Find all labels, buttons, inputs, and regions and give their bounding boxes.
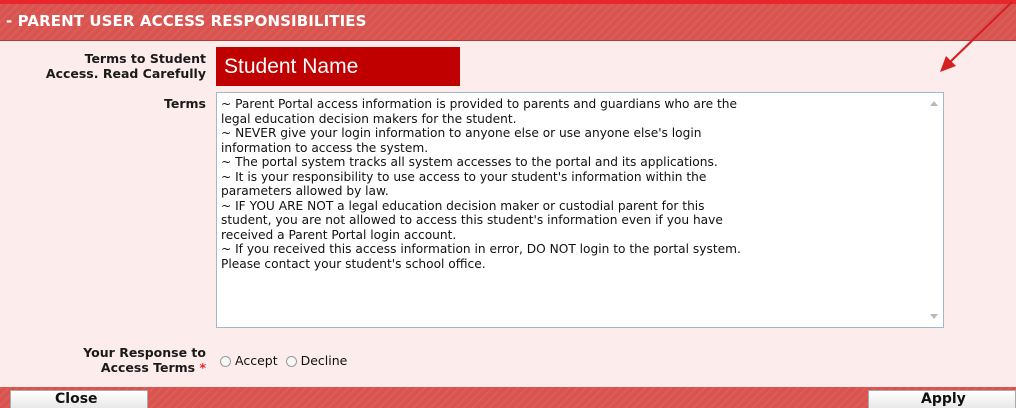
terms-line: ~ It is your responsibility to use acces… (221, 169, 707, 184)
terms-line: parameters allowed by law. (221, 184, 389, 198)
required-marker: * (199, 360, 206, 375)
terms-text: ~ Parent Portal access information is pr… (221, 97, 921, 271)
terms-scrollbar[interactable] (926, 93, 943, 327)
red-arrow-icon (940, 1, 1013, 72)
response-radio-group: Accept Decline (220, 353, 351, 371)
response-label: Your Response to Access Terms * (20, 345, 206, 375)
terms-line: ~ NEVER give your login information to a… (221, 126, 702, 140)
terms-to-student-label: Terms to Student Access. Read Carefully (20, 51, 206, 81)
footer-bar (0, 387, 1016, 408)
response-label-line2: Access Terms * (20, 360, 206, 375)
section-title: - PARENT USER ACCESS RESPONSIBILITIES (6, 12, 367, 30)
decline-option[interactable]: Decline (285, 353, 348, 368)
scroll-up-icon[interactable] (930, 101, 938, 106)
scroll-down-icon[interactable] (930, 314, 938, 319)
student-name: Student Name (216, 47, 460, 86)
accept-label: Accept (235, 353, 278, 368)
terms-line: ~ If you received this access informatio… (221, 242, 741, 256)
terms-line: Please contact your student's school off… (221, 256, 486, 271)
terms-line: ~ Parent Portal access information is pr… (221, 97, 737, 111)
terms-line: information to access the system. (221, 140, 429, 155)
terms-line: received a Parent Portal login account. (221, 227, 457, 242)
decline-radio[interactable] (285, 356, 297, 367)
response-label-line1: Your Response to (83, 345, 206, 360)
terms-line: student, you are not allowed to access t… (221, 213, 723, 227)
terms-textarea[interactable]: ~ Parent Portal access information is pr… (216, 92, 944, 328)
accept-option[interactable]: Accept (220, 353, 278, 368)
terms-line: legal education decision makers for the … (221, 111, 517, 126)
terms-line: ~ IF YOU ARE NOT a legal education decis… (221, 198, 705, 213)
terms-to-student-label-line2: Access. Read Carefully (45, 66, 206, 81)
terms-to-student-label-line1: Terms to Student (84, 51, 206, 66)
section-header[interactable]: - PARENT USER ACCESS RESPONSIBILITIES (0, 4, 1016, 41)
terms-line: ~ The portal system tracks all system ac… (221, 155, 718, 169)
close-button[interactable]: Close (10, 390, 148, 408)
apply-button[interactable]: Apply (868, 390, 1016, 408)
decline-label: Decline (300, 353, 348, 368)
accept-radio[interactable] (220, 356, 231, 367)
terms-label: Terms (164, 96, 206, 111)
response-label-text: Access Terms (100, 360, 196, 375)
